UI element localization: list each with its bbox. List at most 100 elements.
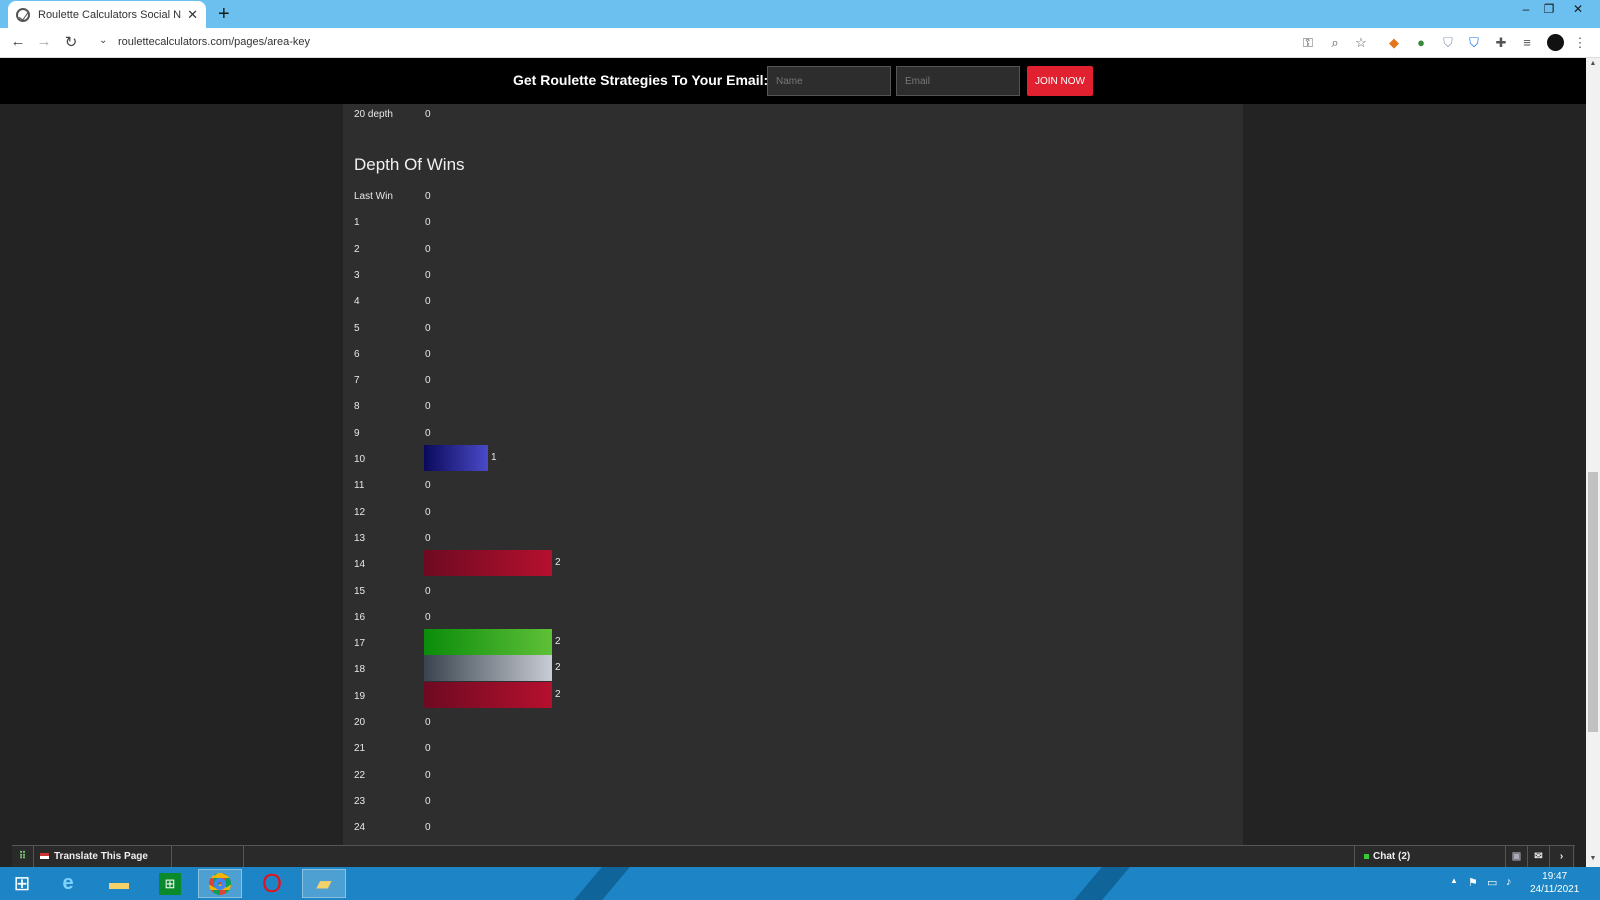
new-tab-button[interactable]: + bbox=[218, 3, 230, 26]
key-icon[interactable]: ⚿ bbox=[1300, 35, 1316, 51]
volume-icon[interactable]: ♪ bbox=[1506, 876, 1512, 888]
depth-label: 19 bbox=[354, 691, 366, 702]
tray-expand-icon[interactable]: ▲ bbox=[1450, 876, 1458, 885]
depth-label: 6 bbox=[354, 349, 360, 360]
chat-bubble-icon[interactable]: ▣ bbox=[1506, 846, 1528, 868]
browser-titlebar: Roulette Calculators Social Netw ✕ + – ❐… bbox=[0, 0, 1600, 28]
restore-icon[interactable]: ❐ bbox=[1538, 0, 1560, 18]
chat-button[interactable]: Chat (2) bbox=[1354, 846, 1506, 868]
browser-menu-icon[interactable]: ⋮ bbox=[1572, 35, 1588, 51]
row-value: 0 bbox=[425, 109, 431, 120]
depth-value: 0 bbox=[425, 428, 431, 439]
network-icon[interactable]: ▭ bbox=[1487, 876, 1497, 889]
tab-title: Roulette Calculators Social Netw bbox=[38, 8, 182, 21]
depth-label: 23 bbox=[354, 796, 366, 807]
opera-icon[interactable]: O bbox=[250, 868, 294, 898]
forward-arrow-icon[interactable]: → bbox=[34, 33, 54, 50]
depth-value: 0 bbox=[425, 401, 431, 412]
depth-value: 0 bbox=[425, 612, 431, 623]
depth-label: 22 bbox=[354, 770, 366, 781]
extension-badge-icon[interactable]: ● bbox=[1413, 35, 1429, 51]
chrome-icon[interactable] bbox=[198, 869, 242, 898]
zoom-icon[interactable]: ⌕ bbox=[1327, 35, 1343, 51]
depth-value: 0 bbox=[425, 507, 431, 518]
depth-label: 5 bbox=[354, 323, 360, 334]
clock-time: 19:47 bbox=[1542, 871, 1568, 882]
flag-icon[interactable]: ⚑ bbox=[1468, 876, 1478, 889]
depth-label: 1 bbox=[354, 217, 360, 228]
tab-close-icon[interactable]: ✕ bbox=[187, 7, 198, 23]
depth-value: 0 bbox=[425, 270, 431, 281]
browser-tab[interactable]: Roulette Calculators Social Netw ✕ bbox=[8, 1, 206, 28]
store-icon[interactable]: ⊞ bbox=[148, 869, 192, 898]
bitwarden-shield-icon[interactable]: ⛉ bbox=[1466, 35, 1482, 51]
depth-label: 7 bbox=[354, 375, 360, 386]
depth-label: 17 bbox=[354, 638, 366, 649]
depth-label: 20 bbox=[354, 717, 366, 728]
metamask-extension-icon[interactable]: ◆ bbox=[1386, 35, 1402, 51]
site-favicon-icon bbox=[16, 7, 30, 22]
depth-value: 2 bbox=[555, 689, 561, 700]
reading-list-icon[interactable]: ≡ bbox=[1519, 35, 1535, 51]
file-explorer-icon[interactable]: ▬ bbox=[97, 869, 141, 898]
depth-bar bbox=[424, 445, 488, 471]
depth-bar bbox=[424, 550, 552, 576]
depth-value: 1 bbox=[491, 452, 497, 463]
email-signup-bar: Get Roulette Strategies To Your Email: J… bbox=[0, 58, 1586, 104]
scroll-thumb[interactable] bbox=[1588, 472, 1598, 732]
chevron-right-icon[interactable]: › bbox=[1550, 846, 1574, 868]
depth-label: 15 bbox=[354, 586, 366, 597]
grid-icon[interactable]: ⠿ bbox=[12, 846, 34, 868]
depth-label: 21 bbox=[354, 743, 366, 754]
depth-value: 0 bbox=[425, 743, 431, 754]
depth-label: 12 bbox=[354, 507, 366, 518]
window-close-icon[interactable]: ✕ bbox=[1567, 0, 1589, 18]
extensions-puzzle-icon[interactable]: ✚ bbox=[1493, 35, 1509, 51]
depth-bar bbox=[424, 655, 552, 681]
depth-label: 11 bbox=[354, 480, 365, 491]
url-field[interactable]: roulettecalculators.com/pages/area-key bbox=[118, 36, 310, 48]
depth-label: 2 bbox=[354, 244, 360, 255]
us-flag-icon bbox=[40, 853, 49, 860]
bookmark-star-icon[interactable]: ☆ bbox=[1353, 35, 1369, 51]
depth-label: 10 bbox=[354, 454, 366, 465]
system-clock[interactable]: 19:47 24/11/2021 bbox=[1530, 870, 1579, 896]
depth-label: 9 bbox=[354, 428, 360, 439]
internet-explorer-icon[interactable]: e bbox=[46, 869, 90, 898]
row-label: 20 depth bbox=[354, 109, 393, 120]
name-input[interactable] bbox=[767, 66, 891, 96]
depth-value: 0 bbox=[425, 586, 431, 597]
translate-button[interactable]: Translate This Page bbox=[34, 846, 172, 868]
depth-value: 0 bbox=[425, 822, 431, 833]
minimize-icon[interactable]: – bbox=[1515, 0, 1537, 18]
join-now-button[interactable]: JOIN NOW bbox=[1027, 66, 1093, 96]
page-scrollbar[interactable]: ▲ ▼ bbox=[1586, 58, 1600, 867]
scroll-down-icon[interactable]: ▼ bbox=[1586, 855, 1600, 862]
depth-value: 0 bbox=[425, 244, 431, 255]
depth-value: 2 bbox=[555, 636, 561, 647]
chat-label: Chat (2) bbox=[1373, 851, 1411, 862]
mail-icon[interactable]: ✉ bbox=[1528, 846, 1550, 868]
clock-date: 24/11/2021 bbox=[1530, 884, 1580, 895]
email-input[interactable] bbox=[896, 66, 1020, 96]
depth-value: 0 bbox=[425, 796, 431, 807]
depth-value: 0 bbox=[425, 375, 431, 386]
shield-icon[interactable]: ⛉ bbox=[1440, 35, 1456, 51]
site-bottom-bar: ⠿ Translate This Page Chat (2) ▣ ✉ › bbox=[12, 845, 1575, 868]
depth-value: 0 bbox=[425, 296, 431, 307]
sticky-notes-icon[interactable]: ▰ bbox=[302, 869, 346, 898]
online-dot-icon bbox=[1364, 853, 1369, 859]
depth-label: 3 bbox=[354, 270, 360, 281]
depth-label: Last Win bbox=[354, 191, 393, 202]
site-info-chevron-icon[interactable]: ⌄ bbox=[99, 35, 107, 46]
scroll-up-icon[interactable]: ▲ bbox=[1586, 60, 1600, 67]
reload-icon[interactable]: ↻ bbox=[61, 33, 81, 51]
profile-avatar[interactable] bbox=[1547, 34, 1564, 51]
depth-value: 0 bbox=[425, 480, 431, 491]
back-arrow-icon[interactable]: ← bbox=[8, 33, 28, 50]
depth-label: 4 bbox=[354, 296, 360, 307]
translate-label: Translate This Page bbox=[54, 851, 148, 862]
windows-start-icon[interactable]: ⊞ bbox=[0, 869, 44, 898]
depth-value: 0 bbox=[425, 717, 431, 728]
depth-bar bbox=[424, 682, 552, 708]
